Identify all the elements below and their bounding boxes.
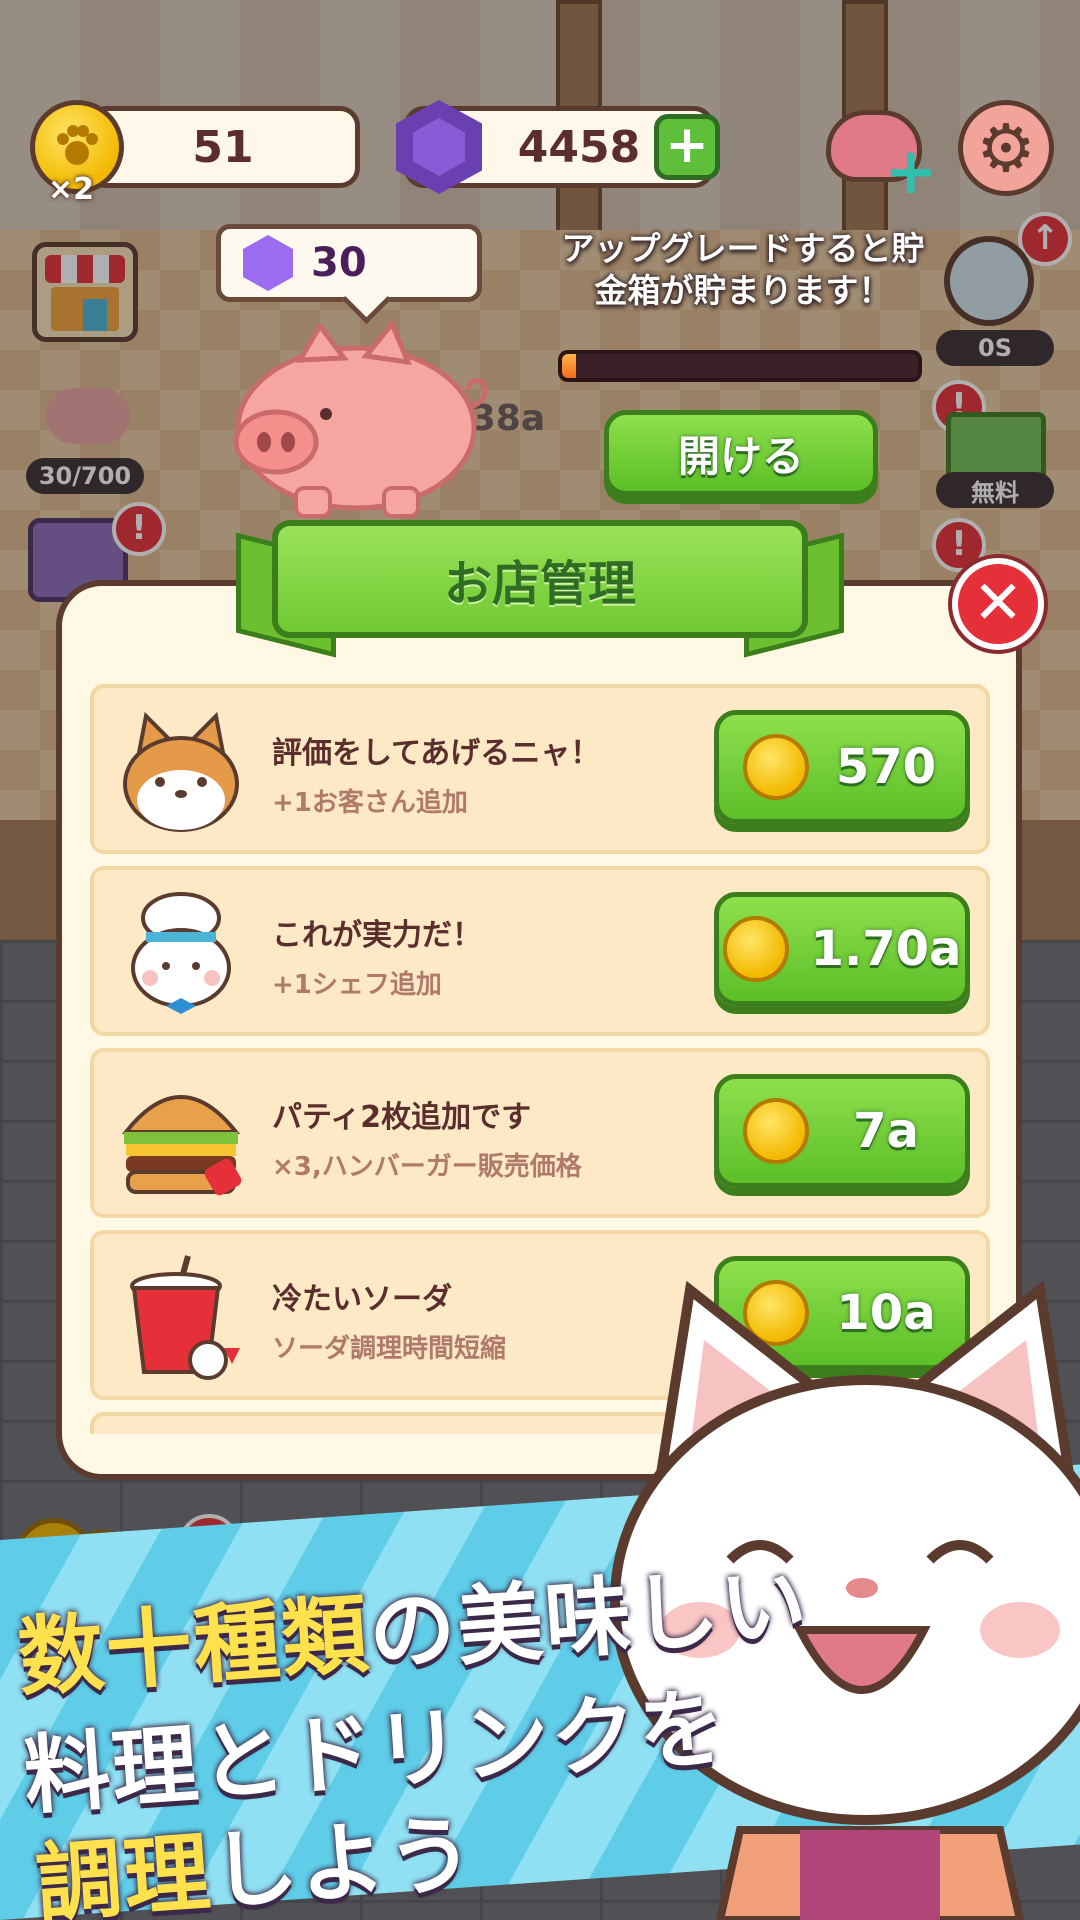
coin-count: 51 [192, 121, 254, 173]
upgrade-buy-button[interactable]: 7a [714, 1074, 970, 1188]
settings-gear-icon[interactable]: ⚙ [958, 100, 1054, 196]
close-icon[interactable]: ✕ [952, 558, 1044, 650]
upgrade-price: 1.70a [810, 921, 962, 977]
upgrade-description: ×3,ハンバーガー販売価格 [272, 1152, 582, 1182]
upgrade-price: 570 [835, 739, 937, 795]
coin-multiplier-badge: ×2 [48, 172, 95, 207]
open-piggy-button[interactable]: 開ける [604, 410, 878, 496]
upgrade-description: +1シェフ追加 [272, 970, 442, 1000]
paw-coin-icon [722, 916, 789, 982]
panel-title-banner: お店管理 [272, 520, 808, 638]
upgrade-buy-button[interactable]: 1.70a [714, 892, 970, 1006]
piggy-progress-fill [562, 354, 577, 378]
upgrade-description: ソーダ調理時間短縮 [272, 1334, 507, 1364]
upgrade-title: 冷たいソーダ [272, 1282, 452, 1317]
purple-gem-icon [243, 235, 293, 291]
upgrade-price: 7a [853, 1103, 919, 1159]
piggy-info-line2: 金箱が貯まります！ [594, 271, 892, 310]
coin-counter: 51 [86, 106, 360, 188]
buy-gems-button[interactable]: + [654, 114, 720, 180]
paw-print-icon [57, 125, 98, 165]
shiba-dog-icon [123, 711, 239, 832]
paw-coin-icon [743, 734, 809, 800]
upgrade-title: これが実力だ！ [272, 918, 482, 953]
cat-plus-icon[interactable]: + [826, 100, 938, 204]
paw-coin-icon [743, 1098, 809, 1164]
upgrade-title: 評価をしてあげるニャ！ [272, 736, 601, 771]
upgrade-row: これが実力だ！ +1シェフ追加 1.70a [90, 866, 990, 1036]
burger-icon [121, 1095, 242, 1196]
piggy-progress-bar [558, 350, 922, 382]
upgrade-title: パティ2枚追加です [272, 1100, 532, 1135]
gem-reward-bubble: 30 [216, 224, 482, 302]
soda-icon [130, 1255, 240, 1380]
upgrade-description: +1お客さん追加 [272, 788, 468, 818]
piggy-info-line1: アップグレードすると貯 [561, 229, 925, 268]
promo-text-3: しよう [208, 1804, 479, 1920]
upgrade-row: 評価をしてあげるニャ！ +1お客さん追加 570 [90, 684, 990, 854]
gem-count: 4458 [517, 121, 641, 173]
gem-reward-value: 30 [311, 240, 367, 286]
upgrade-row: パティ2枚追加です ×3,ハンバーガー販売価格 7a [90, 1048, 990, 1218]
chef-cat-icon [131, 892, 231, 1014]
promo-highlight-3: 調理 [32, 1822, 216, 1920]
piggy-info-text: アップグレードすると貯 金箱が貯まります！ [548, 228, 938, 312]
piggy-bank-icon[interactable] [216, 318, 496, 518]
panel-title: お店管理 [443, 556, 636, 612]
upgrade-buy-button[interactable]: 570 [714, 710, 970, 824]
